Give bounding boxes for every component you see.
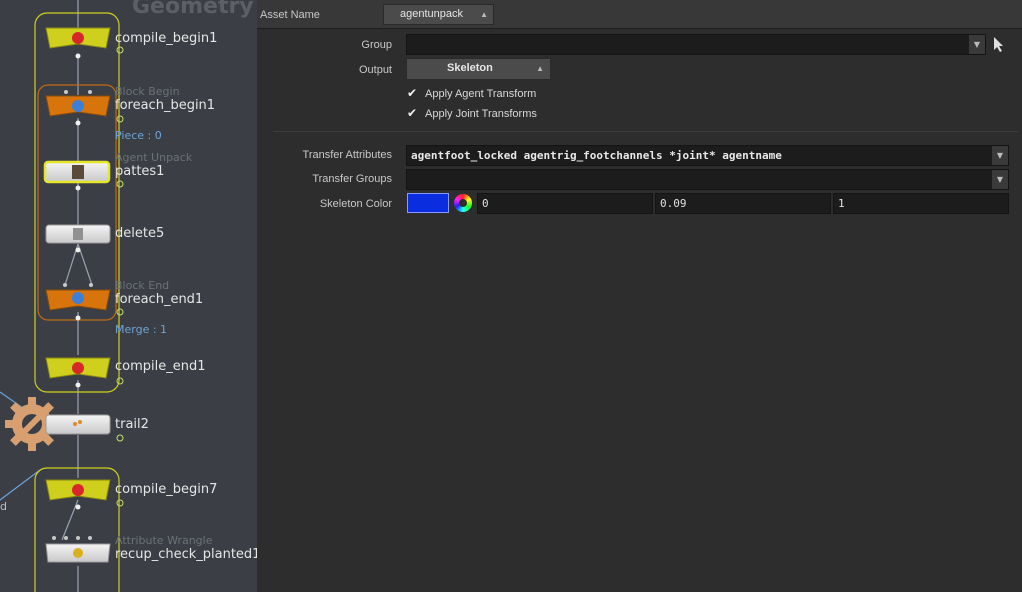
parameter-pane: Asset Name agentunpack ▲ Group ▼ Output … [257, 0, 1022, 592]
node-type-label: Block Begin [115, 85, 180, 98]
group-value [407, 40, 411, 53]
transfer-attributes-field[interactable]: agentfoot_locked agentrig_footchannels *… [406, 145, 1009, 166]
node-label[interactable]: compile_begin7 [115, 482, 217, 497]
node-label[interactable]: recup_check_planted1 [115, 547, 257, 562]
transfer-attributes-value: agentfoot_locked agentrig_footchannels *… [411, 149, 782, 162]
apply-agent-transform-label: Apply Agent Transform [425, 88, 537, 100]
transfer-attributes-label: Transfer Attributes [302, 149, 392, 161]
skeleton-color-r-field[interactable]: 0 [477, 193, 653, 214]
node-info-label: Merge : 1 [115, 323, 168, 336]
color-wheel-icon[interactable] [454, 194, 472, 212]
node-label[interactable]: foreach_begin1 [115, 98, 215, 113]
node-trail2 [45, 414, 124, 442]
checkmark-icon: ✔ [407, 106, 418, 120]
apply-agent-transform-checkbox[interactable]: ✔ Apply Agent Transform [407, 86, 536, 100]
node-label[interactable]: compile_end1 [115, 359, 206, 374]
node-pattes1 [43, 160, 124, 191]
node-type-label: Agent Unpack [115, 151, 193, 164]
asset-name-value: agentunpack [400, 8, 463, 20]
output-menu[interactable]: Skeleton ▲ [406, 58, 551, 80]
node-label[interactable]: trail2 [115, 417, 149, 432]
node-foreach-begin1 [45, 90, 124, 126]
node-recup-check-planted1 [45, 536, 111, 563]
chevron-down-icon[interactable]: ▼ [969, 35, 985, 54]
chevron-down-icon[interactable]: ▼ [992, 146, 1008, 165]
apply-joint-transforms-label: Apply Joint Transforms [425, 108, 537, 120]
foreach-block-outline [37, 84, 117, 321]
edge-glyph: d [0, 500, 7, 513]
node-label[interactable]: compile_begin1 [115, 31, 217, 46]
node-type-label: Attribute Wrangle [115, 534, 213, 547]
skeleton-color-r-value: 0 [482, 197, 489, 210]
chevron-down-icon[interactable]: ▼ [992, 170, 1008, 189]
node-foreach-end1 [45, 283, 124, 321]
node-label[interactable]: delete5 [115, 226, 164, 241]
select-arrow-icon[interactable] [992, 36, 1006, 52]
divider [273, 131, 1018, 132]
node-delete5 [45, 224, 111, 253]
apply-joint-transforms-checkbox[interactable]: ✔ Apply Joint Transforms [407, 106, 537, 120]
compile-block-outline [34, 12, 120, 393]
skeleton-color-b-value: 1 [838, 197, 845, 210]
group-label: Group [361, 39, 392, 51]
skeleton-color-label: Skeleton Color [319, 198, 392, 210]
node-type-label: Block End [115, 279, 170, 292]
asset-name-menu[interactable]: agentunpack ▲ [383, 4, 494, 25]
output-label: Output [358, 64, 392, 76]
network-editor[interactable]: Geometry d compile_begin1 Block Begin fo… [0, 0, 257, 592]
node-info-label: Piece : 0 [115, 129, 162, 142]
updown-arrows-icon: ▲ [536, 64, 544, 73]
asset-bar: Asset Name agentunpack ▲ [257, 0, 1022, 29]
checkmark-icon: ✔ [407, 86, 418, 100]
asset-name-label: Asset Name [260, 9, 320, 21]
node-compile-begin1 [45, 27, 124, 59]
node-label[interactable]: foreach_end1 [115, 292, 203, 307]
group-field[interactable]: ▼ [406, 34, 986, 55]
skeleton-color-swatch[interactable] [407, 193, 449, 213]
output-value: Skeleton [447, 62, 493, 74]
skeleton-color-g-field[interactable]: 0.09 [655, 193, 831, 214]
skeleton-color-g-value: 0.09 [660, 197, 687, 210]
node-compile-begin7 [45, 479, 124, 510]
transfer-groups-label: Transfer Groups [312, 173, 392, 185]
transfer-groups-field[interactable]: ▼ [406, 169, 1009, 190]
node-compile-end1 [45, 357, 124, 388]
network-title: Geometry [132, 0, 254, 19]
skeleton-color-b-field[interactable]: 1 [833, 193, 1009, 214]
node-label[interactable]: pattes1 [115, 164, 164, 179]
updown-arrows-icon: ▲ [480, 10, 488, 19]
